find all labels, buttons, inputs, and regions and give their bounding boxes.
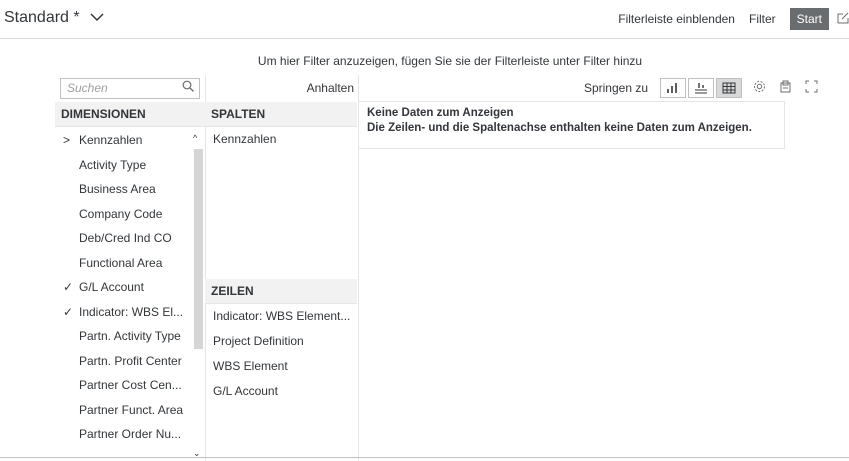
scrollbar-thumb[interactable] xyxy=(194,149,203,349)
table-view-icon[interactable] xyxy=(716,78,742,98)
row-item[interactable]: Indicator: WBS Element... xyxy=(213,304,350,329)
search-icon[interactable] xyxy=(182,80,194,95)
dimension-item[interactable]: Functional Area xyxy=(55,251,203,276)
chevron-down-icon xyxy=(90,9,104,25)
variant-label: Standard * xyxy=(4,9,80,26)
dimensions-list: > Kennzahlen Activity Type Business Area Com… xyxy=(55,128,203,447)
checkmark-icon: ✓ xyxy=(63,280,74,294)
dimension-item-label: Indicator: WBS El... xyxy=(79,304,184,319)
dimension-item[interactable]: Deb/Cred Ind CO xyxy=(55,226,203,251)
scroll-up-icon[interactable]: ^ xyxy=(193,133,197,143)
dimension-item-label: Partn. Activity Type xyxy=(79,329,181,343)
dimension-item-label: Kennzahlen xyxy=(79,133,143,147)
no-data-title: Keine Daten zum Anzeigen xyxy=(367,107,514,119)
dimension-item-label: Partner Order Nu... xyxy=(79,427,182,441)
page-header: Standard * Filterleiste einblenden Filte… xyxy=(0,0,849,39)
no-data-message: Keine Daten zum Anzeigen Die Zeilen- und… xyxy=(359,101,785,149)
dimension-item[interactable]: ✓ Indicator: WBS El... xyxy=(55,300,203,325)
dimension-item-label: Partn. Profit Center xyxy=(79,353,182,368)
header-actions: Filterleiste einblenden Filter Start xyxy=(618,8,849,30)
dimension-item[interactable]: Partner Order Nu... xyxy=(55,422,203,447)
variant-selector[interactable]: Standard * xyxy=(4,9,104,27)
dimensions-title: DIMENSIONEN xyxy=(55,102,205,127)
column-item[interactable]: Kennzahlen xyxy=(213,127,276,152)
filter-button[interactable]: Filter xyxy=(749,12,776,26)
dimension-item[interactable]: Partner Cost Cen... xyxy=(55,373,203,398)
dimension-item[interactable]: > Kennzahlen xyxy=(55,128,203,153)
show-filterbar-button[interactable]: Filterleiste einblenden xyxy=(618,12,735,26)
row-item[interactable]: G/L Account xyxy=(213,379,278,404)
fullscreen-icon[interactable] xyxy=(800,80,822,96)
jump-to-button[interactable]: Springen zu xyxy=(584,81,648,95)
expand-icon: > xyxy=(63,133,71,147)
no-data-text: Die Zeilen- und die Spaltenachse enthalt… xyxy=(367,122,752,134)
dimension-item-label: Functional Area xyxy=(79,255,163,270)
dimension-item-label: Partner Cost Cen... xyxy=(79,378,182,392)
dimension-item[interactable]: Partn. Profit Center xyxy=(55,349,203,374)
dimension-item[interactable]: Company Code xyxy=(55,202,203,227)
dimension-item-label: Business Area xyxy=(79,182,156,196)
filterbar-hint: Um hier Filter anzuzeigen, fügen Sie sie… xyxy=(257,54,643,68)
dimension-item[interactable]: Activity Type xyxy=(55,153,203,178)
dimensions-column: Suchen DIMENSIONEN > Kennzahlen Activity T… xyxy=(55,75,206,461)
checkmark-icon: ✓ xyxy=(63,304,74,319)
rows-title: ZEILEN xyxy=(205,279,357,304)
chart-view-icon[interactable] xyxy=(660,78,686,98)
search-input[interactable]: Suchen xyxy=(60,78,200,99)
dimensions-scrollbar[interactable]: ^ ⌄ xyxy=(193,131,203,461)
dimension-item-label: Partner Funct. Area xyxy=(79,402,184,417)
bottom-divider xyxy=(0,457,849,458)
row-item[interactable]: WBS Element xyxy=(213,354,288,379)
axes-column: Anhalten SPALTEN Kennzahlen ZEILEN Indic… xyxy=(205,75,359,461)
search-placeholder: Suchen xyxy=(67,81,108,95)
dimension-item-label: Activity Type xyxy=(79,157,147,172)
result-area: Springen zu Keine Daten zum Anzeigen Die xyxy=(359,75,822,461)
pause-button[interactable]: Anhalten xyxy=(307,75,354,101)
dimension-item[interactable]: Partner Funct. Area xyxy=(55,398,203,423)
row-item[interactable]: Project Definition xyxy=(213,329,304,354)
dimension-item[interactable]: Partn. Activity Type xyxy=(55,324,203,349)
dimension-item-label: Deb/Cred Ind CO xyxy=(79,231,172,245)
view-toolbar: Springen zu xyxy=(584,75,822,101)
start-button[interactable]: Start xyxy=(789,8,829,30)
dimension-item[interactable]: Business Area xyxy=(55,177,203,202)
share-icon[interactable] xyxy=(837,12,849,27)
dimension-item-label: G/L Account xyxy=(79,280,144,294)
columns-title: SPALTEN xyxy=(205,102,357,127)
dimension-item[interactable]: ✓ G/L Account xyxy=(55,275,203,300)
dimension-item-label: Company Code xyxy=(79,206,163,221)
pivot-panel: Suchen DIMENSIONEN > Kennzahlen Activity T… xyxy=(55,75,822,461)
export-icon[interactable] xyxy=(774,80,796,96)
chart-table-view-icon[interactable] xyxy=(688,78,714,98)
settings-icon[interactable] xyxy=(748,80,770,96)
